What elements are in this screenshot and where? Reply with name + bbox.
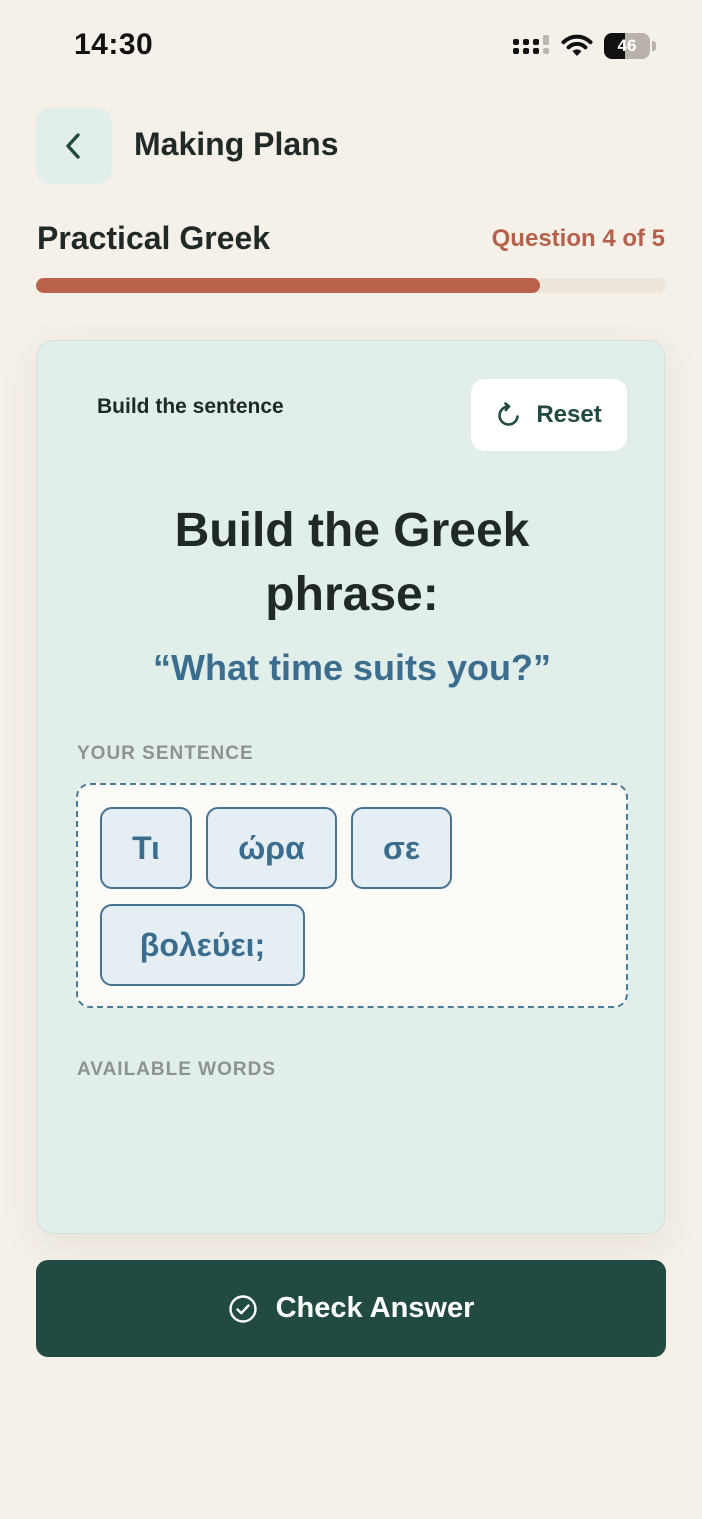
check-answer-label: Check Answer: [275, 1292, 475, 1324]
check-circle-icon: [228, 1294, 257, 1323]
chevron-left-icon: [66, 133, 80, 159]
selected-word-tile[interactable]: ώρα: [206, 807, 337, 889]
lesson-screen: 14:30 46 Making Plans Practical Greek Qu…: [0, 0, 702, 1519]
cellular-signal-icon: [513, 35, 549, 54]
reset-label: Reset: [536, 401, 602, 428]
back-button[interactable]: [36, 108, 112, 184]
exercise-prompt: Build the Greek phrase:: [38, 499, 666, 627]
selected-word-tile[interactable]: βολεύει;: [100, 904, 305, 986]
battery-percent: 46: [617, 36, 637, 55]
reset-button[interactable]: Reset: [471, 379, 627, 451]
wifi-icon: [561, 34, 593, 56]
available-words-label: AVAILABLE WORDS: [77, 1059, 277, 1080]
selected-word-tile[interactable]: σε: [351, 807, 452, 889]
check-answer-button[interactable]: Check Answer: [36, 1260, 666, 1357]
refresh-icon: [498, 402, 520, 426]
battery-icon: 46: [604, 33, 656, 59]
course-title: Practical Greek: [37, 220, 271, 256]
selected-word-tile[interactable]: Τι: [100, 807, 192, 889]
exercise-card: Build the sentence Reset Build the Greek…: [37, 340, 665, 1234]
page-title: Making Plans: [134, 126, 339, 162]
progress-bar: [36, 278, 666, 293]
target-phrase: “What time suits you?”: [152, 647, 552, 688]
question-counter: Question 4 of 5: [491, 225, 665, 252]
prompt-line-2: phrase:: [265, 568, 439, 621]
sentence-drop-zone[interactable]: Τι ώρα σε βολεύει;: [76, 783, 628, 1008]
prompt-line-1: Build the Greek: [174, 504, 530, 557]
progress-fill: [36, 278, 540, 293]
status-bar: 14:30 46: [0, 0, 702, 90]
exercise-label: Build the sentence: [97, 395, 284, 418]
status-time: 14:30: [74, 28, 154, 61]
your-sentence-label: YOUR SENTENCE: [77, 743, 254, 764]
